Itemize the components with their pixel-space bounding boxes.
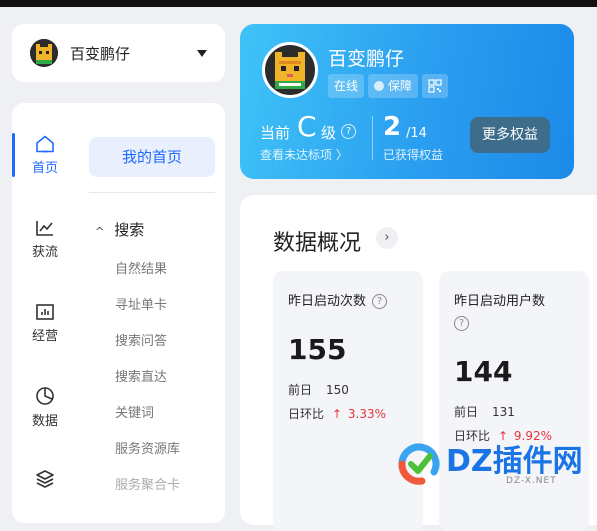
unmet-items-link[interactable]: 查看未达标项 〉 <box>260 146 348 163</box>
sub-nav-item[interactable]: 关键词 <box>115 402 154 421</box>
rail-label-traffic: 获流 <box>31 245 58 260</box>
stat-previous-value: 131 <box>492 405 515 419</box>
profile-tags: 在线 保障 <box>328 74 449 98</box>
stat-value: 155 <box>288 333 347 366</box>
stat-title-label: 昨日启动次数 <box>288 294 367 309</box>
layers-icon <box>36 470 54 488</box>
level-value: C <box>297 110 317 143</box>
sub-nav-item[interactable]: 自然结果 <box>115 258 167 277</box>
stat-previous-label: 前日 <box>288 383 313 397</box>
pie-icon <box>36 387 54 405</box>
stat-title-label: 昨日启动用户数 <box>454 294 546 309</box>
tag-guarantee: 保障 <box>368 74 419 98</box>
more-rights-button[interactable]: 更多权益 <box>470 117 550 153</box>
sub-nav-item[interactable]: 搜索直达 <box>115 366 167 385</box>
account-name: 百变鹏仔 <box>70 44 131 63</box>
stat-ring: 日环比 ↑ 3.33% <box>288 405 386 422</box>
rail-item-traffic[interactable]: 获流 <box>12 219 78 260</box>
chevron-down-icon[interactable] <box>197 49 207 57</box>
divider <box>89 192 215 193</box>
tag-guarantee-label: 保障 <box>388 79 413 93</box>
level-prefix: 当前 <box>260 124 291 142</box>
stat-previous-value: 150 <box>326 383 349 397</box>
avatar <box>30 39 58 67</box>
sub-nav-item[interactable]: 服务资源库 <box>115 438 180 457</box>
account-switcher[interactable]: 百变鹏仔 <box>12 24 225 82</box>
stat-value: 144 <box>454 355 513 388</box>
watermark-text: DZ插件网 <box>446 444 583 479</box>
stat-previous: 前日 131 <box>454 403 515 420</box>
sub-nav-item[interactable]: 寻址单卡 <box>115 294 167 313</box>
watermark-url: DZ-X.NET <box>506 476 557 486</box>
rail-item-business[interactable]: 经营 <box>12 303 78 344</box>
watermark-logo-icon <box>398 443 440 485</box>
rail-item-home[interactable]: 首页 <box>12 135 78 176</box>
help-icon[interactable]: ? <box>454 316 469 331</box>
stat-title: 昨日启动次数? <box>288 291 388 313</box>
stat-title: 昨日启动用户数? <box>454 291 584 335</box>
sidebar: 首页 获流 经营 数据 我的首页 ^ 搜索 自然结果 寻址单卡 搜索问答 搜索直… <box>12 103 225 523</box>
window-top-bar <box>0 0 597 7</box>
arrow-up-icon: ↑ <box>332 407 343 421</box>
stat-previous-label: 前日 <box>454 405 479 419</box>
avatar <box>262 42 318 98</box>
sub-nav-section-search[interactable]: ^ 搜索 <box>95 219 144 240</box>
sub-nav-item[interactable]: 服务聚合卡 <box>115 474 180 493</box>
sub-nav-my-home[interactable]: 我的首页 <box>89 137 215 177</box>
rail-label-data: 数据 <box>31 414 58 429</box>
profile-name: 百变鹏仔 <box>328 48 405 70</box>
section-label: 搜索 <box>114 221 145 239</box>
shield-icon <box>374 81 385 91</box>
rail-item-data[interactable]: 数据 <box>12 386 78 429</box>
help-icon[interactable]: ? <box>372 294 388 309</box>
rail-item-more[interactable] <box>12 469 78 489</box>
help-icon[interactable]: ? <box>341 124 356 139</box>
divider <box>372 116 373 160</box>
profile-card: 百变鹏仔 在线 保障 当前 C 级 ? 查看未达标项 〉 2 /14 已获得权益… <box>240 24 574 179</box>
bar-chart-icon <box>36 304 54 320</box>
stat-ring-label: 日环比 <box>288 407 325 421</box>
watermark: DZ插件网 DZ-X.NET <box>396 432 597 501</box>
chevron-right-icon[interactable]: › <box>376 227 398 249</box>
qr-code-icon[interactable] <box>422 74 449 98</box>
rights-count: 2 <box>383 112 402 142</box>
tag-online: 在线 <box>328 74 365 98</box>
rights-total: /14 <box>406 126 427 141</box>
rights-label: 已获得权益 <box>383 148 444 162</box>
home-icon <box>36 135 54 153</box>
section-title: 数据概况 <box>273 231 362 256</box>
level-suffix: 级 <box>321 124 337 142</box>
trend-icon <box>36 221 53 236</box>
chevron-up-icon: ^ <box>95 225 105 238</box>
stat-ring-value: 3.33% <box>347 407 387 421</box>
rail-label-home: 首页 <box>31 161 58 176</box>
sub-nav-item[interactable]: 搜索问答 <box>115 330 167 349</box>
stat-previous: 前日 150 <box>288 381 349 398</box>
rail-label-business: 经营 <box>31 329 58 344</box>
